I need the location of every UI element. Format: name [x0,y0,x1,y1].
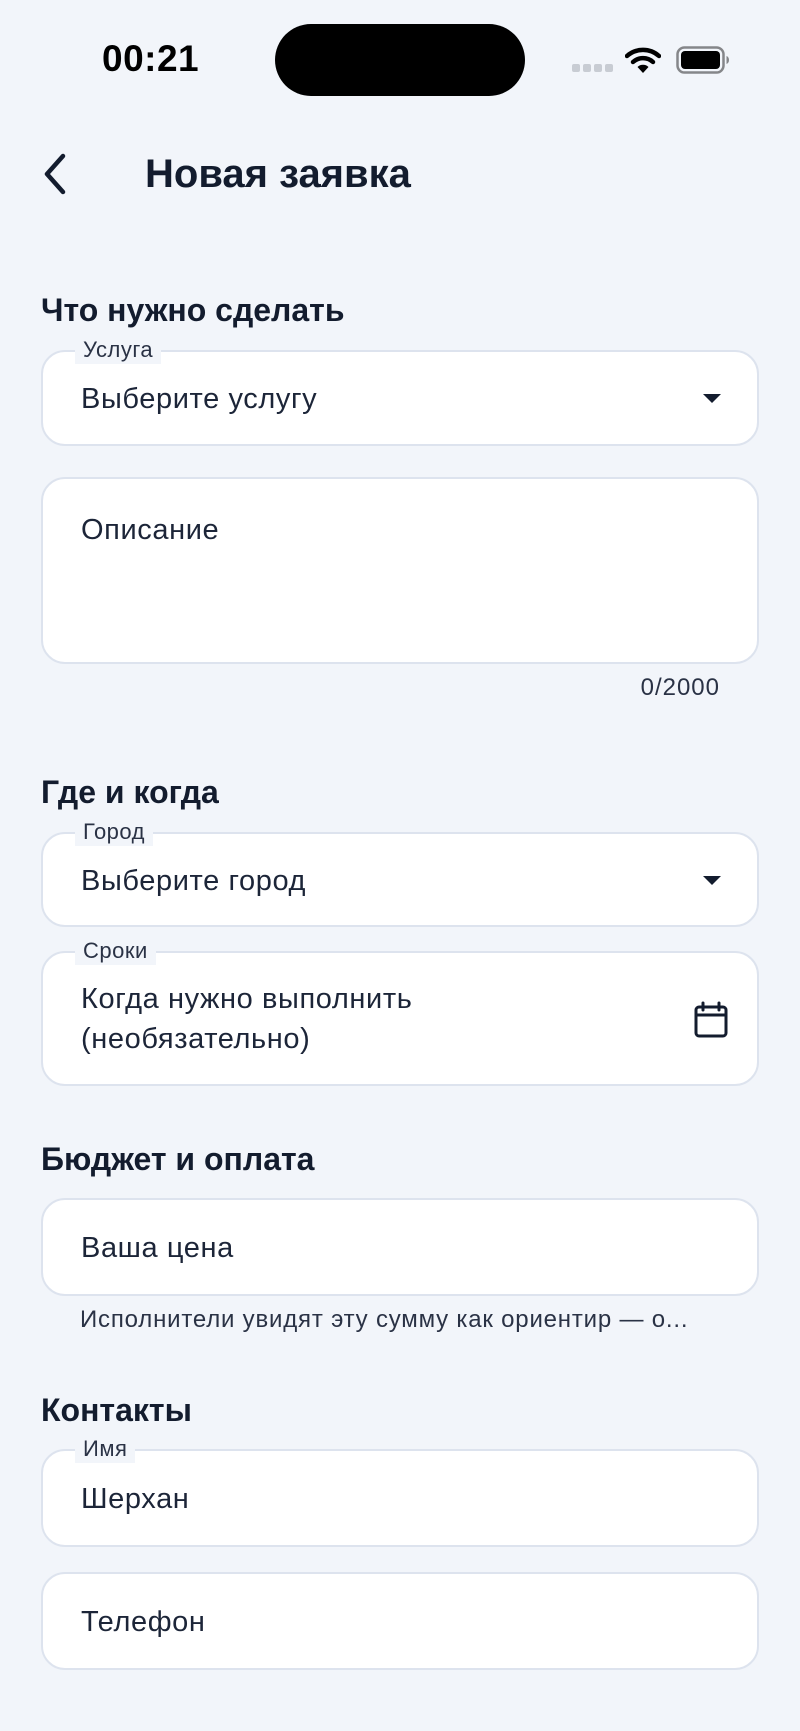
price-input[interactable]: Ваша цена [41,1198,759,1296]
dynamic-island [275,24,525,96]
back-button[interactable] [30,148,82,200]
page-title: Новая заявка [145,152,411,196]
dropdown-arrow-icon [703,876,721,885]
service-value: Выберите услугу [81,383,318,415]
description-textarea[interactable]: Описание [41,477,759,664]
name-value: Шерхан [81,1483,190,1515]
service-label: Услуга [75,336,162,364]
status-bar: 00:21 [0,0,800,120]
battery-icon [676,46,729,74]
dropdown-arrow-icon [703,394,721,403]
price-placeholder: Ваша цена [81,1232,234,1264]
city-label: Город [75,818,154,846]
deadline-line2: (необязательно) [81,1023,311,1055]
deadline-label: Сроки [75,937,156,965]
service-select[interactable]: Услуга Выберите услугу [41,336,759,446]
signal-icon [572,64,613,72]
name-label: Имя [75,1435,136,1463]
deadline-picker[interactable]: Сроки Когда нужно выполнить (необязатель… [41,937,759,1086]
name-input[interactable]: Имя Шерхан [41,1435,759,1547]
phone-input[interactable]: Телефон [41,1572,759,1670]
description-placeholder: Описание [81,514,220,546]
status-time: 00:21 [102,38,200,79]
city-select[interactable]: Город Выберите город [41,818,759,927]
wifi-icon [625,47,661,73]
deadline-line1: Когда нужно выполнить [81,983,413,1015]
app-header: Новая заявка [0,140,800,210]
phone-placeholder: Телефон [81,1606,206,1638]
calendar-icon [694,1001,728,1038]
section-title-what: Что нужно сделать [41,292,345,328]
description-counter: 0/2000 [640,674,720,701]
back-arrow-icon [44,153,66,195]
section-title-where: Где и когда [41,774,219,810]
city-value: Выберите город [81,865,307,897]
section-title-budget: Бюджет и оплата [41,1141,315,1177]
section-title-contacts: Контакты [41,1392,192,1428]
price-helper-text: Исполнители увидят эту сумму как ориенти… [80,1306,689,1333]
